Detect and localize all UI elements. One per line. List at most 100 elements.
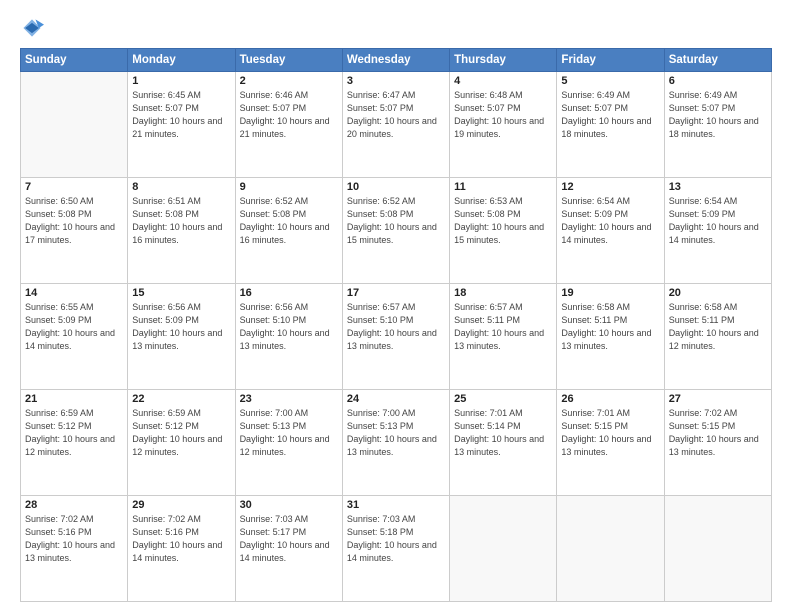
calendar-cell: 24 Sunrise: 7:00 AMSunset: 5:13 PMDayligh… bbox=[342, 390, 449, 496]
day-info: Sunrise: 7:02 AMSunset: 5:16 PMDaylight:… bbox=[25, 513, 123, 565]
day-info: Sunrise: 7:02 AMSunset: 5:15 PMDaylight:… bbox=[669, 407, 767, 459]
day-number: 31 bbox=[347, 499, 445, 511]
day-number: 18 bbox=[454, 287, 552, 299]
calendar-cell: 3 Sunrise: 6:47 AMSunset: 5:07 PMDaylight… bbox=[342, 72, 449, 178]
day-info: Sunrise: 6:59 AMSunset: 5:12 PMDaylight:… bbox=[132, 407, 230, 459]
calendar-cell: 13 Sunrise: 6:54 AMSunset: 5:09 PMDayligh… bbox=[664, 178, 771, 284]
day-info: Sunrise: 6:55 AMSunset: 5:09 PMDaylight:… bbox=[25, 301, 123, 353]
header bbox=[20, 16, 772, 40]
calendar-cell bbox=[21, 72, 128, 178]
day-info: Sunrise: 6:50 AMSunset: 5:08 PMDaylight:… bbox=[25, 195, 123, 247]
calendar-cell: 5 Sunrise: 6:49 AMSunset: 5:07 PMDaylight… bbox=[557, 72, 664, 178]
day-number: 30 bbox=[240, 499, 338, 511]
weekday-header: Saturday bbox=[664, 49, 771, 72]
calendar-cell: 30 Sunrise: 7:03 AMSunset: 5:17 PMDayligh… bbox=[235, 496, 342, 602]
day-info: Sunrise: 6:57 AMSunset: 5:11 PMDaylight:… bbox=[454, 301, 552, 353]
calendar-cell: 15 Sunrise: 6:56 AMSunset: 5:09 PMDayligh… bbox=[128, 284, 235, 390]
calendar-cell: 6 Sunrise: 6:49 AMSunset: 5:07 PMDaylight… bbox=[664, 72, 771, 178]
day-info: Sunrise: 6:49 AMSunset: 5:07 PMDaylight:… bbox=[669, 89, 767, 141]
calendar-cell: 29 Sunrise: 7:02 AMSunset: 5:16 PMDayligh… bbox=[128, 496, 235, 602]
weekday-header: Wednesday bbox=[342, 49, 449, 72]
day-number: 8 bbox=[132, 181, 230, 193]
calendar-cell: 21Sunrise: 6:59 AMSunset: 5:12 PMDayligh… bbox=[21, 390, 128, 496]
day-number: 24 bbox=[347, 393, 445, 405]
calendar-week-row: 7 Sunrise: 6:50 AMSunset: 5:08 PMDaylight… bbox=[21, 178, 772, 284]
day-number: 13 bbox=[669, 181, 767, 193]
calendar-cell: 11 Sunrise: 6:53 AMSunset: 5:08 PMDayligh… bbox=[450, 178, 557, 284]
day-number: 29 bbox=[132, 499, 230, 511]
day-info: Sunrise: 7:03 AMSunset: 5:17 PMDaylight:… bbox=[240, 513, 338, 565]
logo bbox=[20, 16, 48, 40]
calendar-cell: 1Sunrise: 6:45 AMSunset: 5:07 PMDaylight… bbox=[128, 72, 235, 178]
calendar-cell: 22 Sunrise: 6:59 AMSunset: 5:12 PMDayligh… bbox=[128, 390, 235, 496]
day-info: Sunrise: 6:54 AMSunset: 5:09 PMDaylight:… bbox=[669, 195, 767, 247]
day-number: 17 bbox=[347, 287, 445, 299]
day-info: Sunrise: 7:03 AMSunset: 5:18 PMDaylight:… bbox=[347, 513, 445, 565]
day-number: 12 bbox=[561, 181, 659, 193]
day-info: Sunrise: 6:58 AMSunset: 5:11 PMDaylight:… bbox=[561, 301, 659, 353]
day-info: Sunrise: 7:01 AMSunset: 5:14 PMDaylight:… bbox=[454, 407, 552, 459]
calendar-cell: 25 Sunrise: 7:01 AMSunset: 5:14 PMDayligh… bbox=[450, 390, 557, 496]
day-info: Sunrise: 7:02 AMSunset: 5:16 PMDaylight:… bbox=[132, 513, 230, 565]
day-info: Sunrise: 6:47 AMSunset: 5:07 PMDaylight:… bbox=[347, 89, 445, 141]
calendar-cell bbox=[557, 496, 664, 602]
weekday-header: Thursday bbox=[450, 49, 557, 72]
day-number: 4 bbox=[454, 75, 552, 87]
day-number: 23 bbox=[240, 393, 338, 405]
calendar-cell: 7 Sunrise: 6:50 AMSunset: 5:08 PMDaylight… bbox=[21, 178, 128, 284]
day-number: 11 bbox=[454, 181, 552, 193]
day-number: 20 bbox=[669, 287, 767, 299]
calendar-cell: 17 Sunrise: 6:57 AMSunset: 5:10 PMDayligh… bbox=[342, 284, 449, 390]
day-number: 2 bbox=[240, 75, 338, 87]
calendar-cell: 26 Sunrise: 7:01 AMSunset: 5:15 PMDayligh… bbox=[557, 390, 664, 496]
day-number: 16 bbox=[240, 287, 338, 299]
day-info: Sunrise: 6:54 AMSunset: 5:09 PMDaylight:… bbox=[561, 195, 659, 247]
day-number: 1 bbox=[132, 75, 230, 87]
calendar-cell: 23Sunrise: 7:00 AMSunset: 5:13 PMDayligh… bbox=[235, 390, 342, 496]
logo-icon bbox=[20, 16, 44, 40]
day-info: Sunrise: 6:52 AMSunset: 5:08 PMDaylight:… bbox=[347, 195, 445, 247]
day-number: 6 bbox=[669, 75, 767, 87]
calendar-cell bbox=[450, 496, 557, 602]
calendar-week-row: 14 Sunrise: 6:55 AMSunset: 5:09 PMDayligh… bbox=[21, 284, 772, 390]
calendar-cell: 19 Sunrise: 6:58 AMSunset: 5:11 PMDayligh… bbox=[557, 284, 664, 390]
day-number: 26 bbox=[561, 393, 659, 405]
calendar-cell: 14 Sunrise: 6:55 AMSunset: 5:09 PMDayligh… bbox=[21, 284, 128, 390]
day-info: Sunrise: 6:51 AMSunset: 5:08 PMDaylight:… bbox=[132, 195, 230, 247]
day-info: Sunrise: 7:00 AMSunset: 5:13 PMDaylight:… bbox=[347, 407, 445, 459]
weekday-header: Tuesday bbox=[235, 49, 342, 72]
day-number: 9 bbox=[240, 181, 338, 193]
calendar-cell: 27 Sunrise: 7:02 AMSunset: 5:15 PMDayligh… bbox=[664, 390, 771, 496]
calendar-week-row: 1Sunrise: 6:45 AMSunset: 5:07 PMDaylight… bbox=[21, 72, 772, 178]
day-number: 3 bbox=[347, 75, 445, 87]
day-info: Sunrise: 6:53 AMSunset: 5:08 PMDaylight:… bbox=[454, 195, 552, 247]
day-info: Sunrise: 7:01 AMSunset: 5:15 PMDaylight:… bbox=[561, 407, 659, 459]
day-number: 25 bbox=[454, 393, 552, 405]
calendar-cell: 20 Sunrise: 6:58 AMSunset: 5:11 PMDayligh… bbox=[664, 284, 771, 390]
calendar-cell: 16 Sunrise: 6:56 AMSunset: 5:10 PMDayligh… bbox=[235, 284, 342, 390]
page: SundayMondayTuesdayWednesdayThursdayFrid… bbox=[0, 0, 792, 612]
calendar-cell: 18 Sunrise: 6:57 AMSunset: 5:11 PMDayligh… bbox=[450, 284, 557, 390]
day-number: 7 bbox=[25, 181, 123, 193]
day-number: 27 bbox=[669, 393, 767, 405]
day-number: 19 bbox=[561, 287, 659, 299]
day-info: Sunrise: 6:49 AMSunset: 5:07 PMDaylight:… bbox=[561, 89, 659, 141]
day-info: Sunrise: 6:58 AMSunset: 5:11 PMDaylight:… bbox=[669, 301, 767, 353]
day-number: 5 bbox=[561, 75, 659, 87]
day-info: Sunrise: 6:57 AMSunset: 5:10 PMDaylight:… bbox=[347, 301, 445, 353]
calendar-cell: 28Sunrise: 7:02 AMSunset: 5:16 PMDayligh… bbox=[21, 496, 128, 602]
calendar-week-row: 21Sunrise: 6:59 AMSunset: 5:12 PMDayligh… bbox=[21, 390, 772, 496]
day-number: 15 bbox=[132, 287, 230, 299]
calendar-cell: 9Sunrise: 6:52 AMSunset: 5:08 PMDaylight… bbox=[235, 178, 342, 284]
day-info: Sunrise: 6:56 AMSunset: 5:09 PMDaylight:… bbox=[132, 301, 230, 353]
calendar-cell: 31 Sunrise: 7:03 AMSunset: 5:18 PMDayligh… bbox=[342, 496, 449, 602]
weekday-header: Friday bbox=[557, 49, 664, 72]
day-info: Sunrise: 6:46 AMSunset: 5:07 PMDaylight:… bbox=[240, 89, 338, 141]
day-number: 14 bbox=[25, 287, 123, 299]
day-info: Sunrise: 6:56 AMSunset: 5:10 PMDaylight:… bbox=[240, 301, 338, 353]
calendar-week-row: 28Sunrise: 7:02 AMSunset: 5:16 PMDayligh… bbox=[21, 496, 772, 602]
calendar-cell: 10Sunrise: 6:52 AMSunset: 5:08 PMDayligh… bbox=[342, 178, 449, 284]
day-number: 22 bbox=[132, 393, 230, 405]
weekday-header: Sunday bbox=[21, 49, 128, 72]
day-info: Sunrise: 6:48 AMSunset: 5:07 PMDaylight:… bbox=[454, 89, 552, 141]
